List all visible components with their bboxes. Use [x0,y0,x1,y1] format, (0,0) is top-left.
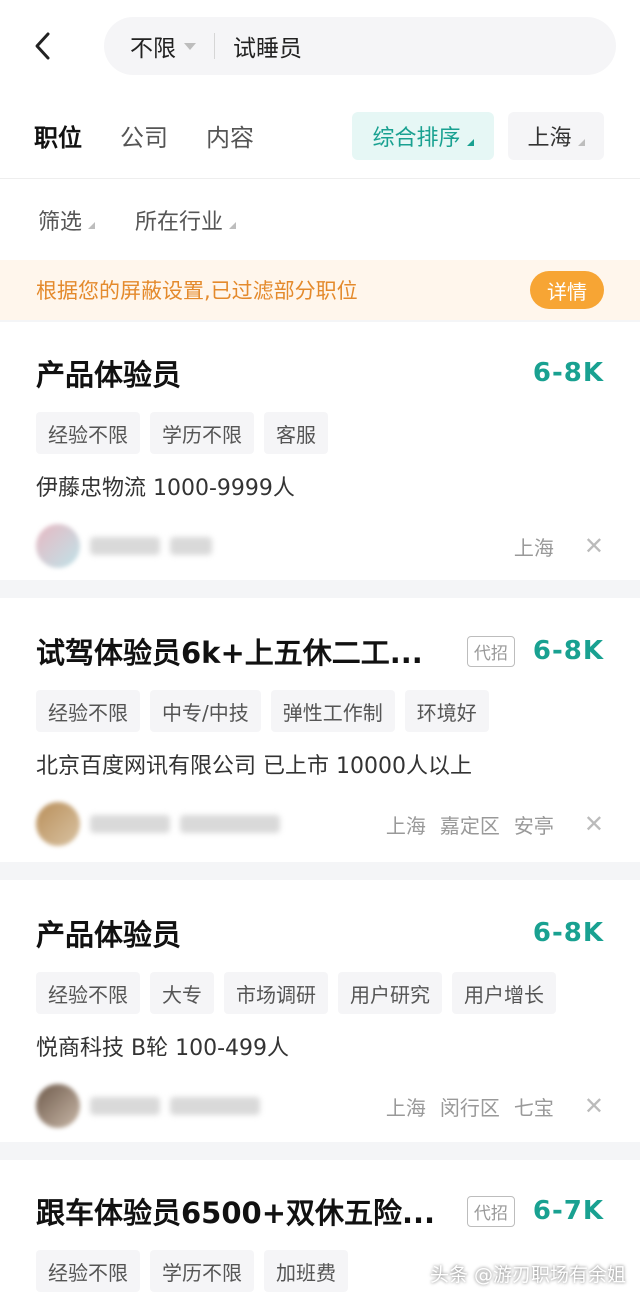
job-card-header: 跟车体验员6500+双休五险... 代招 6-7K [36,1190,604,1232]
agency-badge: 代招 [466,1195,515,1227]
job-card-header: 试驾体验员6k+上五休二工... 代招 6-8K [36,630,604,672]
tab-content[interactable]: 内容 [206,118,254,153]
corner-triangle-icon [466,138,474,146]
location-city: 上海 [513,535,554,560]
job-salary: 6-8K [532,358,604,388]
company-info: 伊藤忠物流 1000-9999人 [36,476,295,501]
sort-label: 综合排序 [372,126,461,151]
location-city: 上海 [385,1095,426,1120]
job-meta: 上海 ✕ [36,524,604,568]
job-salary: 6-8K [532,918,604,948]
location-area: 七宝 [513,1095,554,1120]
search-bar: 不限 试睡员 [0,0,640,92]
job-card[interactable]: 产品体验员 6-8K 经验不限 大专 市场调研 用户研究 用户增长 悦商科技 B… [0,880,640,1142]
tab-companies[interactable]: 公司 [120,118,168,153]
close-icon[interactable]: ✕ [584,532,604,560]
city-label: 上海 [527,126,572,151]
job-tags: 经验不限 大专 市场调研 用户研究 用户增长 [36,972,604,1014]
recruiter [36,802,280,846]
search-filter-dropdown[interactable]: 不限 [130,29,196,63]
recruiter-name-blurred [90,537,160,555]
avatar [36,1084,80,1128]
job-meta: 上海 嘉定区 安亭 ✕ [36,802,604,846]
notice-text: 根据您的屏蔽设置,已过滤部分职位 [36,279,358,303]
top-area: 不限 试睡员 职位 公司 内容 综合排序 上海 [0,0,640,178]
job-card-header: 产品体验员 6-8K [36,912,604,954]
filter-label: 筛选 [38,209,83,235]
search-query: 试睡员 [233,36,302,62]
tab-bar: 职位 公司 内容 综合排序 上海 [0,92,640,178]
job-tag: 用户研究 [338,972,442,1014]
job-tag: 弹性工作制 [270,690,395,732]
job-header-right: 代招 6-8K [466,635,604,667]
location-city: 上海 [385,813,426,838]
job-title: 产品体验员 [36,918,182,952]
filter-notice: 根据您的屏蔽设置,已过滤部分职位 详情 [0,260,640,320]
caret-down-icon [184,42,196,50]
close-icon[interactable]: ✕ [584,810,604,838]
job-tag: 中专/中技 [150,690,261,732]
job-tag: 经验不限 [36,412,140,454]
job-meta: 上海 闵行区 七宝 ✕ [36,1084,604,1128]
filter-button[interactable]: 筛选 [38,204,96,236]
location-area: 安亭 [513,813,554,838]
agency-badge: 代招 [466,635,515,667]
city-dropdown[interactable]: 上海 [508,112,604,160]
close-icon[interactable]: ✕ [584,1092,604,1120]
filter-bar: 筛选 所在行业 [0,178,640,260]
notice-details-button[interactable]: 详情 [530,271,604,309]
industry-filter-button[interactable]: 所在行业 [135,204,237,236]
recruiter-title-blurred [170,1097,260,1115]
sort-dropdown[interactable]: 综合排序 [352,112,494,160]
avatar [36,802,80,846]
corner-triangle-icon [88,222,96,229]
tab-jobs[interactable]: 职位 [34,118,82,153]
search-input[interactable]: 不限 试睡员 [104,17,616,75]
job-tag: 学历不限 [150,1250,254,1292]
corner-triangle-icon [229,222,237,229]
corner-triangle-icon [577,138,585,146]
job-title: 产品体验员 [36,358,182,392]
job-location: 上海 闵行区 七宝 ✕ [386,1092,604,1121]
recruiter-name-blurred [90,1097,160,1115]
back-button[interactable] [32,26,72,66]
recruiter-name-blurred [90,815,170,833]
job-tag: 经验不限 [36,1250,140,1292]
job-tag: 经验不限 [36,972,140,1014]
job-tag: 用户增长 [452,972,556,1014]
search-filter-label: 不限 [130,36,176,62]
divider [214,33,215,59]
job-tag: 经验不限 [36,690,140,732]
job-card[interactable]: 产品体验员 6-8K 经验不限 学历不限 客服 伊藤忠物流 1000-9999人… [0,322,640,580]
job-tag: 市场调研 [224,972,328,1014]
location-district: 嘉定区 [439,813,500,838]
avatar [36,524,80,568]
job-tag: 环境好 [404,690,489,732]
job-tag: 客服 [264,412,328,454]
job-tag: 加班费 [264,1250,348,1292]
company-info: 悦商科技 B轮 100-499人 [36,1036,290,1061]
job-tag: 大专 [150,972,214,1014]
job-tags: 经验不限 学历不限 客服 [36,412,604,454]
chevron-left-icon [35,32,50,60]
watermark: 头条 @游刃职场有余姐 [429,1264,626,1286]
location-district: 闵行区 [439,1095,500,1120]
job-salary: 6-7K [532,1196,604,1226]
job-title: 跟车体验员6500+双休五险... [36,1196,436,1230]
job-location: 上海 ✕ [514,532,604,561]
industry-filter-label: 所在行业 [135,209,224,235]
job-title: 试驾体验员6k+上五休二工... [36,636,423,670]
job-header-right: 代招 6-7K [466,1195,604,1227]
recruiter-title-blurred [180,815,280,833]
job-card-header: 产品体验员 6-8K [36,352,604,394]
job-tag: 学历不限 [150,412,254,454]
recruiter-title-blurred [170,537,212,555]
recruiter [36,1084,260,1128]
job-card[interactable]: 试驾体验员6k+上五休二工... 代招 6-8K 经验不限 中专/中技 弹性工作… [0,598,640,862]
job-salary: 6-8K [532,636,604,666]
recruiter [36,524,212,568]
job-location: 上海 嘉定区 安亭 ✕ [386,810,604,839]
job-tags: 经验不限 中专/中技 弹性工作制 环境好 [36,690,604,732]
company-info: 北京百度网讯有限公司 已上市 10000人以上 [36,754,472,779]
